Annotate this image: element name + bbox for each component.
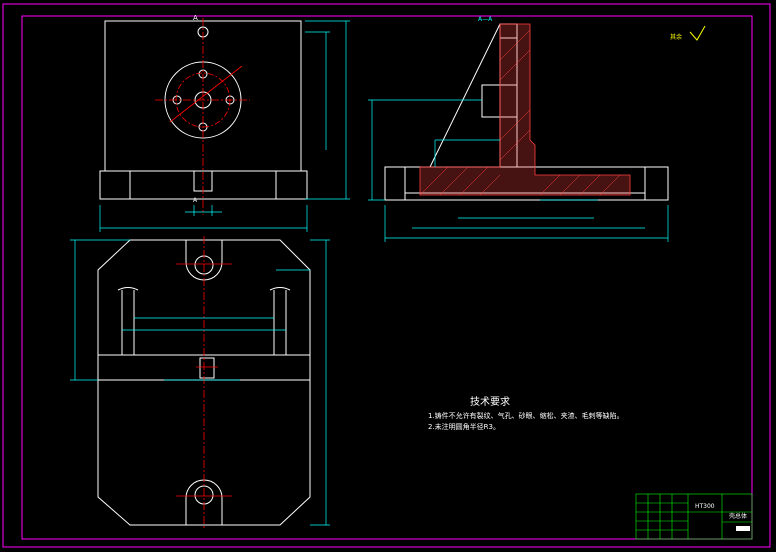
front-view-dimensions — [99, 20, 350, 232]
top-view-dimensions — [70, 239, 330, 526]
drawing-frame-inner — [21, 15, 753, 540]
top-view-centerlines — [176, 236, 232, 530]
section-label: A—A — [478, 16, 493, 23]
title-block-part-name: 壳总体 — [729, 513, 748, 520]
front-view — [99, 20, 308, 200]
section-hatch — [419, 23, 631, 196]
technical-requirement-item: 1.铸件不允许有裂纹、气孔、砂眼、缩松、夹渣、毛刺等缺陷。 — [428, 412, 624, 420]
title-block-scale-box — [736, 526, 750, 531]
view-label-a-bottom: A — [193, 197, 198, 204]
roughness-note: 其余 — [670, 34, 683, 41]
view-label-a-top: A — [193, 14, 198, 22]
engineering-drawing — [2, 3, 771, 548]
technical-requirements-title: 技术要求 — [470, 397, 510, 408]
technical-requirement-item: 2.未注明圆角半径R3。 — [428, 423, 500, 431]
title-block-material: HT300 — [695, 503, 715, 510]
drawing-frame-outer — [2, 3, 771, 548]
roughness-symbol — [689, 25, 706, 41]
